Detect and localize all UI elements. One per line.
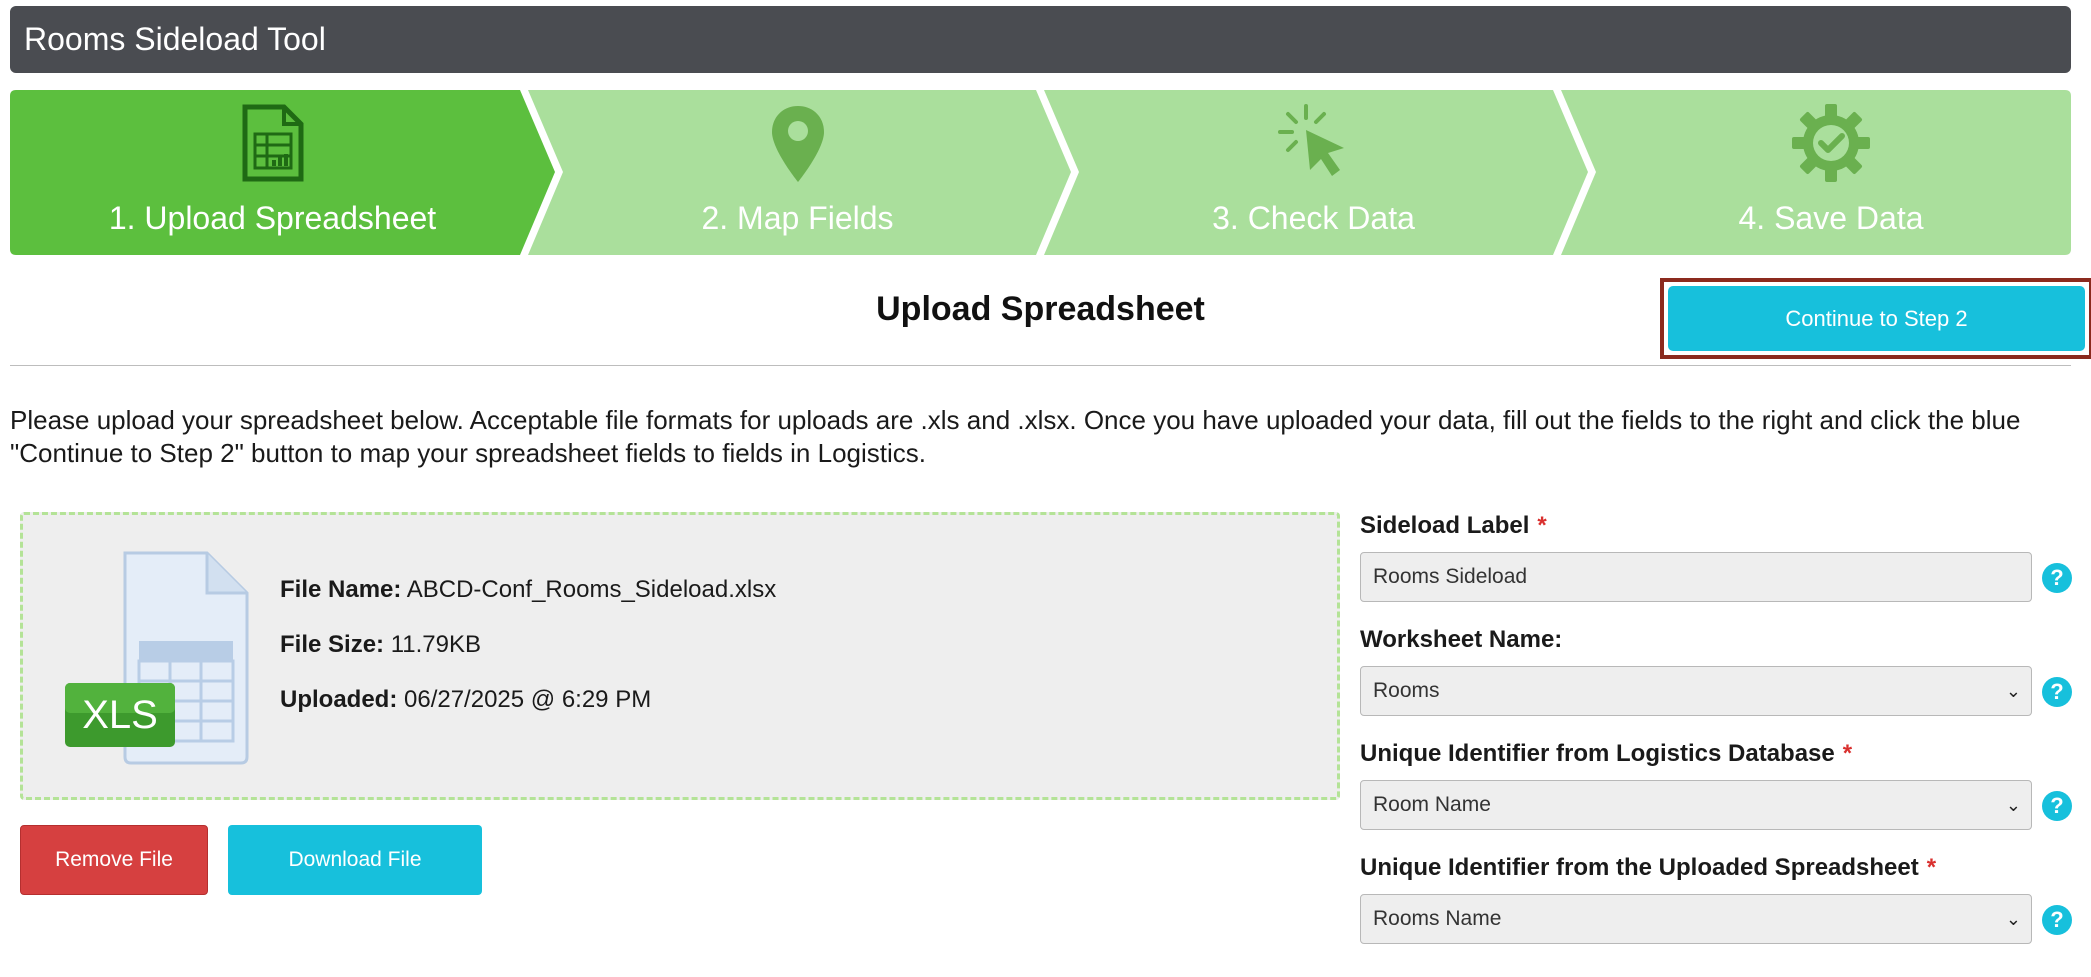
step-check-data[interactable]: 3. Check Data xyxy=(1074,90,1553,255)
worksheet-name-select[interactable]: Rooms ⌄ xyxy=(1360,666,2032,716)
unique-id-spreadsheet-select[interactable]: Rooms Name ⌄ xyxy=(1360,894,2032,944)
help-icon[interactable]: ? xyxy=(2042,563,2072,593)
step-save-data[interactable]: 4. Save Data xyxy=(1591,90,2071,255)
worksheet-name-field: Worksheet Name: Rooms ⌄ ? xyxy=(1360,626,2072,716)
help-icon[interactable]: ? xyxy=(2042,791,2072,821)
file-details: File Name: ABCD-Conf_Rooms_Sideload.xlsx… xyxy=(280,575,776,740)
xls-file-icon: XLS xyxy=(65,551,249,765)
unique-id-database-field: Unique Identifier from Logistics Databas… xyxy=(1360,740,2072,830)
step-upload-spreadsheet[interactable]: 1. Upload Spreadsheet xyxy=(10,90,535,255)
chevron-down-icon: ⌄ xyxy=(2005,909,2021,929)
unique-id-database-select[interactable]: Room Name ⌄ xyxy=(1360,780,2032,830)
file-uploaded-row: Uploaded: 06/27/2025 @ 6:29 PM xyxy=(280,685,776,740)
download-file-button[interactable]: Download File xyxy=(228,825,482,895)
required-marker: * xyxy=(1926,854,1937,881)
step-3-label: 3. Check Data xyxy=(1212,200,1415,236)
worksheet-name-caption: Worksheet Name: xyxy=(1360,626,1563,653)
help-icon[interactable]: ? xyxy=(2042,905,2072,935)
spreadsheet-icon xyxy=(242,104,303,182)
gear-check-icon xyxy=(1792,104,1870,182)
file-size-row: File Size: 11.79KB xyxy=(280,630,776,685)
xls-badge-text: XLS xyxy=(82,693,158,737)
file-uploaded-value: 06/27/2025 @ 6:29 PM xyxy=(404,686,652,713)
step-2-label: 2. Map Fields xyxy=(701,200,894,236)
required-marker: * xyxy=(1842,740,1853,767)
remove-file-button[interactable]: Remove File xyxy=(20,825,208,895)
cursor-click-icon xyxy=(1277,104,1344,176)
help-icon[interactable]: ? xyxy=(2042,677,2072,707)
file-name-row: File Name: ABCD-Conf_Rooms_Sideload.xlsx xyxy=(280,575,776,630)
unique-id-spreadsheet-caption: Unique Identifier from the Uploaded Spre… xyxy=(1360,854,1937,881)
step-1-label: 1. Upload Spreadsheet xyxy=(108,200,437,236)
file-dropzone[interactable]: XLS File Name: ABCD-Conf_Rooms_Sideload.… xyxy=(20,512,1340,800)
file-size-value: 11.79KB xyxy=(390,631,481,658)
required-marker: * xyxy=(1537,512,1547,539)
continue-button-highlight: Continue to Step 2 xyxy=(1660,278,2091,359)
file-name-label: File Name: xyxy=(280,576,402,603)
chevron-down-icon: ⌄ xyxy=(2005,795,2021,815)
unique-id-database-caption: Unique Identifier from Logistics Databas… xyxy=(1360,740,1853,767)
sideload-label-caption: Sideload Label * xyxy=(1360,512,1547,539)
sideload-label-field: Sideload Label * Rooms Sideload ? xyxy=(1360,512,2072,602)
continue-to-step-2-button[interactable]: Continue to Step 2 xyxy=(1668,286,2085,351)
chevron-down-icon: ⌄ xyxy=(2005,681,2021,701)
map-pin-icon xyxy=(771,106,824,182)
section-header: Upload Spreadsheet Continue to Step 2 xyxy=(10,278,2091,366)
unique-id-spreadsheet-field: Unique Identifier from the Uploaded Spre… xyxy=(1360,854,2072,944)
app-title: Rooms Sideload Tool xyxy=(24,21,326,57)
sideload-label-input[interactable]: Rooms Sideload xyxy=(1360,552,2032,602)
file-uploaded-label: Uploaded: xyxy=(280,686,398,713)
step-map-fields[interactable]: 2. Map Fields xyxy=(558,90,1037,255)
wizard-steps: 1. Upload Spreadsheet 2. Map Fields 3. C… xyxy=(10,90,2071,255)
upload-instructions: Please upload your spreadsheet below. Ac… xyxy=(10,405,2021,468)
file-name-value: ABCD-Conf_Rooms_Sideload.xlsx xyxy=(406,576,777,603)
file-size-label: File Size: xyxy=(280,631,385,658)
step-4-label: 4. Save Data xyxy=(1738,200,1924,236)
app-title-bar: Rooms Sideload Tool xyxy=(10,6,2071,73)
